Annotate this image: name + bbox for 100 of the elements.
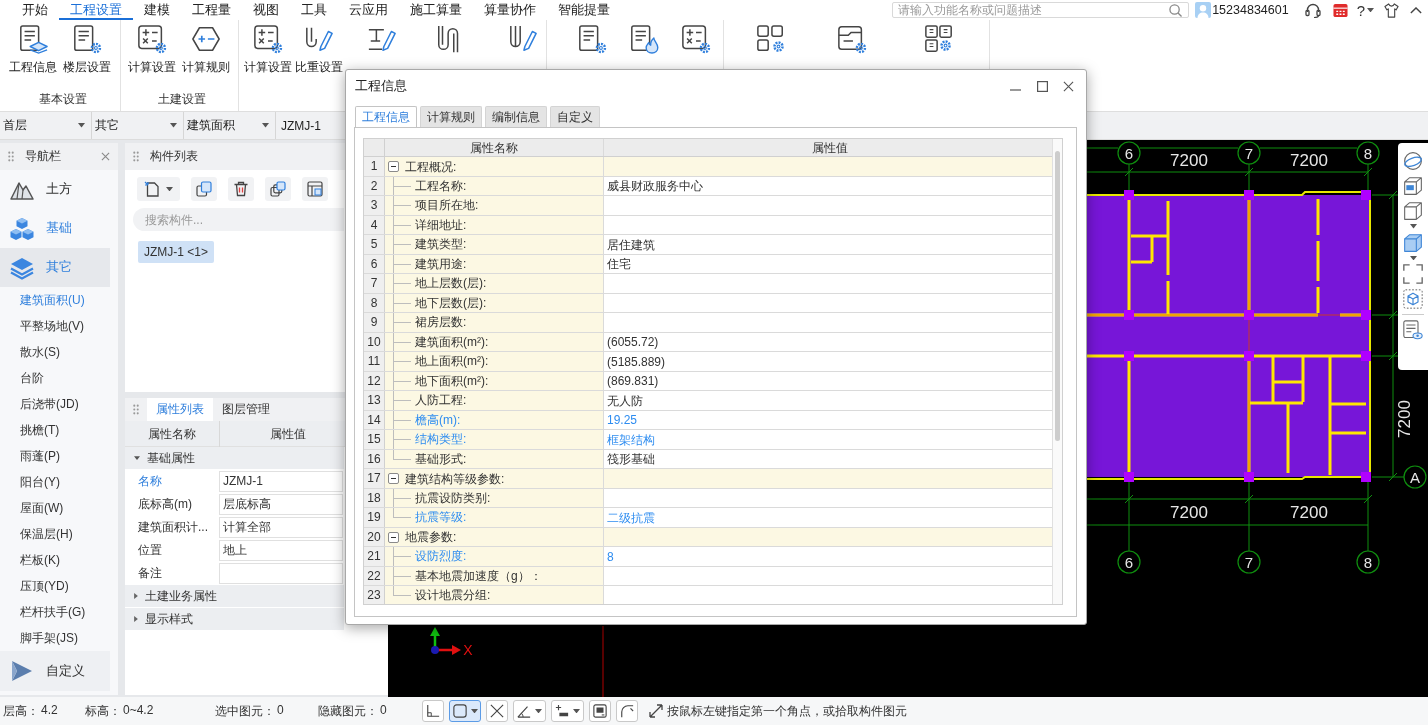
corner-brackets-icon[interactable] (1403, 264, 1423, 284)
property-value-field[interactable]: 筏形基础 (604, 450, 1052, 468)
property-value-field[interactable]: (6055.72) (604, 333, 1052, 351)
close-icon[interactable] (1063, 80, 1074, 92)
close-icon[interactable] (101, 152, 110, 161)
collapse-toggle-icon[interactable] (388, 531, 399, 543)
scrollbar-thumb[interactable] (1055, 151, 1060, 441)
tool-button[interactable] (589, 700, 611, 722)
component-item[interactable]: JZMJ-1 <1> (138, 241, 215, 263)
menu-tab[interactable]: 建模 (133, 0, 181, 20)
shaded-cube-icon[interactable] (1403, 232, 1423, 253)
group-header[interactable]: 显示样式 (125, 608, 344, 631)
dialog-tab[interactable]: 计算规则 (420, 106, 482, 127)
chevron-up-icon[interactable] (1410, 6, 1422, 14)
property-value-field[interactable]: 计算全部 (219, 517, 343, 538)
search-icon[interactable] (1169, 3, 1183, 17)
dropdown[interactable]: 首层 (0, 112, 92, 139)
menu-tab[interactable]: 开始 (11, 0, 59, 20)
property-value-field[interactable]: JZMJ-1 (219, 471, 343, 492)
caret-icon[interactable] (1409, 255, 1417, 260)
menu-tab[interactable]: 施工算量 (399, 0, 473, 20)
toolbar-button[interactable] (265, 177, 291, 201)
orbit-icon[interactable] (1403, 151, 1423, 171)
property-value-field[interactable]: 住宅 (604, 255, 1052, 273)
property-value-field[interactable]: (869.831) (604, 372, 1052, 390)
property-value-field[interactable]: 框架结构 (604, 430, 1052, 449)
dialog-tab[interactable]: 自定义 (550, 106, 600, 127)
nav-item[interactable]: 平整场地(V) (0, 313, 84, 339)
property-value-field[interactable]: 8 (604, 547, 1052, 566)
cube-icon[interactable] (1403, 201, 1423, 221)
ribbon-button[interactable]: 楼层设置 (60, 23, 114, 74)
search-field[interactable]: 搜索构件... (133, 208, 344, 231)
menu-tab[interactable]: 工程设置 (59, 0, 133, 20)
ribbon-button[interactable]: 计算设置 (125, 23, 179, 74)
nav-item[interactable]: 台阶 (0, 365, 44, 391)
menu-tab[interactable]: 视图 (242, 0, 290, 20)
collapse-toggle-icon[interactable] (388, 473, 399, 484)
grip-icon[interactable] (8, 151, 14, 162)
toolbar-button[interactable] (137, 177, 180, 201)
ribbon-button[interactable]: 比重设置 (294, 23, 344, 74)
property-value-field[interactable]: 无人防 (604, 391, 1052, 410)
user-account[interactable]: 15234834601 (1212, 3, 1289, 17)
tool-button[interactable] (422, 700, 444, 722)
tool-button[interactable] (513, 700, 546, 722)
tool-button[interactable] (551, 700, 584, 722)
ribbon-button[interactable]: 工程信息 (6, 23, 60, 74)
cube-icon[interactable] (1403, 176, 1423, 196)
tool-button[interactable] (486, 700, 508, 722)
cube-frame-icon[interactable] (1403, 289, 1423, 309)
nav-item[interactable]: 挑檐(T) (0, 417, 60, 443)
panel-tab[interactable]: 属性列表 (147, 398, 213, 421)
nav-category[interactable]: 基础 (0, 209, 110, 248)
dialog-tab[interactable]: 编制信息 (485, 106, 547, 127)
ribbon-button[interactable]: 计算设置 (242, 23, 294, 74)
calendar-icon[interactable] (1332, 2, 1348, 18)
collapse-toggle-icon[interactable] (388, 161, 399, 172)
menu-tab[interactable]: 云应用 (338, 0, 399, 20)
caret-icon[interactable] (1409, 224, 1417, 229)
dropdown[interactable]: 建筑面积 (184, 112, 276, 139)
toolbar-button[interactable] (228, 177, 254, 201)
nav-item[interactable]: 压顶(YD) (0, 573, 69, 599)
menu-tab[interactable]: 智能提量 (547, 0, 621, 20)
help-button[interactable]: ? (1356, 1, 1374, 19)
property-value-field[interactable]: 层底标高 (219, 494, 343, 515)
tool-button[interactable] (616, 700, 638, 722)
nav-item[interactable]: 后浇带(JD) (0, 391, 79, 417)
dialog-tab[interactable]: 工程信息 (355, 106, 417, 128)
panel-tab[interactable]: 图层管理 (213, 398, 279, 421)
nav-item[interactable]: 雨蓬(P) (0, 443, 60, 469)
nav-item[interactable]: 建筑面积(U) (0, 287, 85, 313)
menu-tab[interactable]: 工程量 (181, 0, 242, 20)
component-dropdown[interactable]: JZMJ-1 (281, 118, 321, 133)
property-value-field[interactable]: (5185.889) (604, 352, 1052, 371)
search-field[interactable]: 请输入功能名称或问题描述 (892, 2, 1190, 18)
nav-item[interactable]: 保温层(H) (0, 521, 73, 547)
dropdown[interactable]: 其它 (92, 112, 184, 139)
nav-item[interactable]: 栏杆扶手(G) (0, 599, 86, 625)
property-value-field[interactable]: 居住建筑 (604, 235, 1052, 254)
nav-item[interactable]: 阳台(Y) (0, 469, 60, 495)
nav-item[interactable]: 散水(S) (0, 339, 60, 365)
group-header[interactable]: 土建业务属性 (125, 585, 344, 608)
nav-item[interactable]: 栏板(K) (0, 547, 60, 573)
property-value-field[interactable] (219, 563, 343, 584)
shirt-icon[interactable] (1384, 2, 1399, 18)
document-eye-icon[interactable] (1403, 320, 1423, 340)
nav-category[interactable]: 土方 (0, 170, 110, 209)
property-value-field[interactable]: 二级抗震 (604, 508, 1052, 527)
property-value-field[interactable]: 威县财政服务中心 (604, 177, 1052, 195)
ribbon-button[interactable]: 计算规则 (179, 23, 233, 74)
property-value-field[interactable]: 地上 (219, 540, 343, 561)
grip-icon[interactable] (133, 151, 139, 162)
menu-tab[interactable]: 算量协作 (473, 0, 547, 20)
nav-item[interactable]: 屋面(W) (0, 495, 64, 521)
grip-icon[interactable] (133, 404, 139, 415)
group-header[interactable]: 基础属性 (125, 447, 344, 470)
menu-tab[interactable]: 工具 (290, 0, 338, 20)
property-value-field[interactable]: 19.25 (604, 411, 1052, 429)
headset-icon[interactable] (1304, 2, 1321, 18)
tool-button[interactable] (449, 700, 481, 722)
nav-item[interactable]: 脚手架(JS) (0, 625, 78, 651)
